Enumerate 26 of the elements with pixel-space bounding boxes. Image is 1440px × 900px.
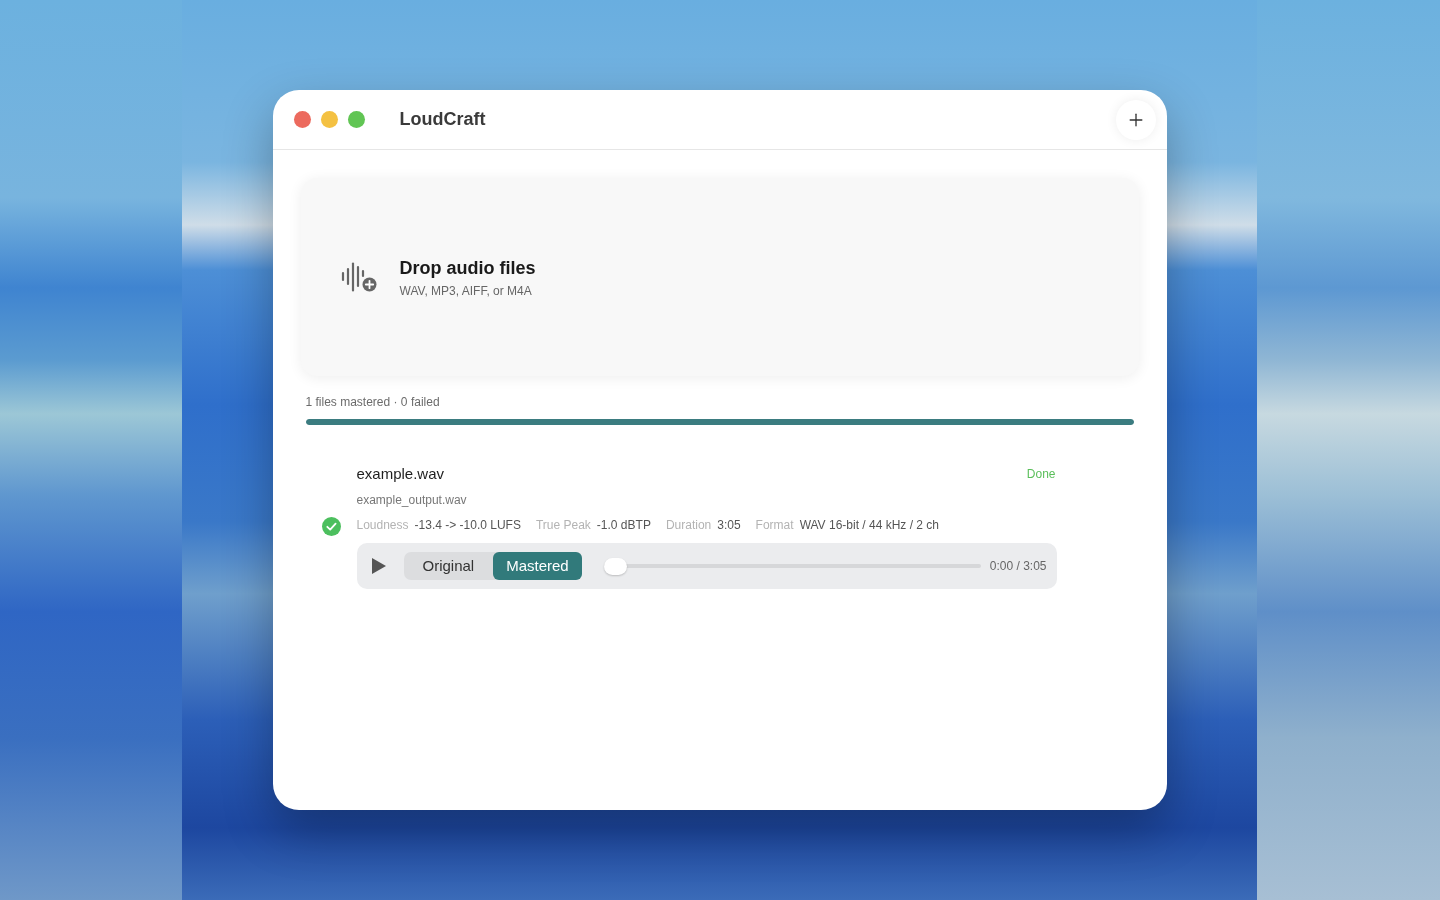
- file-name: example.wav: [356, 464, 445, 484]
- playback-time: 0:00 / 3:05: [989, 558, 1047, 574]
- waveform-plus-icon: [340, 262, 377, 292]
- mode-tab[interactable]: Original: [403, 552, 494, 580]
- stat-label: Format: [755, 517, 794, 533]
- stat-value: -13.4 -> -10.0 LUFS: [414, 517, 521, 533]
- summary-text: 1 files mastered · 0 failed: [305, 394, 441, 410]
- stat-value: WAV 16-bit / 44 kHz / 2 ch: [799, 517, 939, 533]
- zoom-button[interactable]: [347, 111, 365, 128]
- drop-zone-subtitle: WAV, MP3, AIFF, or M4A: [399, 282, 533, 299]
- mode-tab[interactable]: Mastered: [493, 552, 582, 580]
- stat-label: Duration: [665, 517, 712, 533]
- slider-thumb[interactable]: [603, 557, 627, 575]
- stat-label: True Peak: [535, 517, 591, 533]
- output-file-name: example_output.wav: [356, 492, 468, 508]
- stat-label: Loudness: [356, 517, 409, 533]
- status-label: Done: [1026, 466, 1057, 482]
- stat-value: 3:05: [717, 517, 741, 533]
- play-icon: [371, 558, 386, 574]
- close-button[interactable]: [293, 111, 311, 128]
- window-title: LoudCraft: [399, 108, 486, 131]
- seek-slider[interactable]: [603, 557, 981, 575]
- drop-zone[interactable]: Drop audio files WAV, MP3, AIFF, or M4A: [300, 178, 1139, 376]
- drop-zone-title: Drop audio files: [399, 256, 536, 280]
- minimize-button[interactable]: [320, 111, 338, 128]
- stat-value: -1.0 dBTP: [596, 517, 651, 533]
